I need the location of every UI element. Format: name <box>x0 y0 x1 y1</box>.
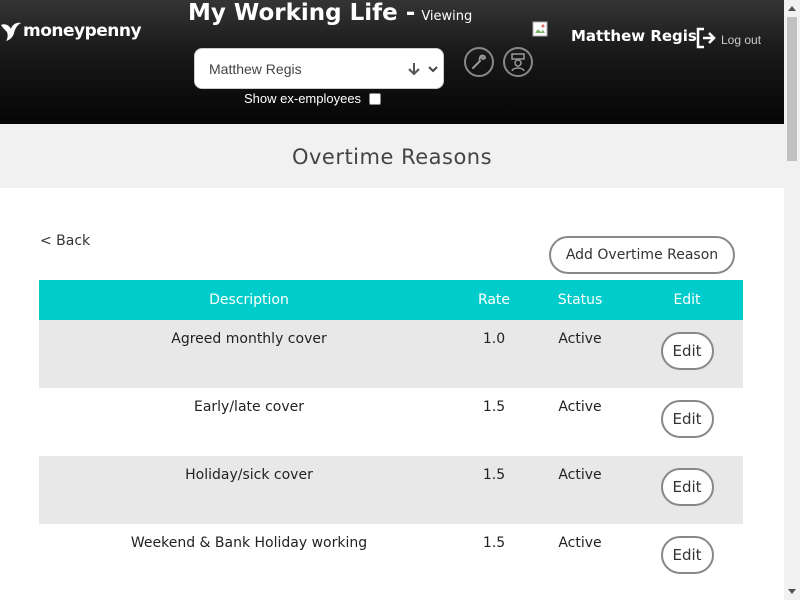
app-title: My Working Life - Viewing <box>188 0 472 26</box>
page-title: Overtime Reasons <box>291 145 493 169</box>
row-description: Holiday/sick cover <box>39 456 459 524</box>
logout-button[interactable]: Log out <box>694 26 761 50</box>
page-title-bar: Overtime Reasons <box>0 124 784 188</box>
table-header-row: Description Rate Status Edit <box>39 280 743 320</box>
row-rate: 1.0 <box>459 320 529 388</box>
table-row: Agreed monthly cover 1.0 Active Edit <box>39 320 743 388</box>
page-scrollbar[interactable] <box>784 0 800 600</box>
scroll-up-arrow-icon <box>788 6 796 11</box>
logout-icon <box>696 27 716 49</box>
header-edit: Edit <box>631 280 743 320</box>
row-status: Active <box>529 320 631 388</box>
row-edit-cell: Edit <box>631 456 743 524</box>
settings-wrench-button[interactable] <box>464 47 494 77</box>
moneypenny-logo[interactable]: moneypenny <box>0 16 142 46</box>
edit-button[interactable]: Edit <box>660 332 714 370</box>
scroll-up-button[interactable] <box>784 0 800 16</box>
row-description: Early/late cover <box>39 388 459 456</box>
scroll-down-arrow-icon <box>788 589 796 594</box>
row-description: Agreed monthly cover <box>39 320 459 388</box>
show-ex-employees-label: Show ex-employees <box>244 91 362 106</box>
overtime-reasons-table: Description Rate Status Edit Agreed mont… <box>39 280 743 592</box>
table-row: Weekend & Bank Holiday working 1.5 Activ… <box>39 524 743 592</box>
edit-button[interactable]: Edit <box>660 400 714 438</box>
org-chart-button[interactable] <box>503 47 533 77</box>
row-status: Active <box>529 456 631 524</box>
scroll-thumb[interactable] <box>787 17 797 161</box>
table-row: Early/late cover 1.5 Active Edit <box>39 388 743 456</box>
arrow-down-icon <box>408 62 420 75</box>
employee-select-value: Matthew Regis <box>209 60 302 77</box>
app-header: moneypenny My Working Life - Viewing Matt… <box>0 0 784 124</box>
show-ex-employees: Show ex-employees <box>244 91 382 106</box>
header-status: Status <box>529 280 631 320</box>
row-status: Active <box>529 388 631 456</box>
header-rate: Rate <box>459 280 529 320</box>
scroll-down-button[interactable] <box>784 584 800 600</box>
chevron-down-icon <box>428 65 438 72</box>
row-edit-cell: Edit <box>631 320 743 388</box>
app-title-text: My Working Life - <box>188 0 416 26</box>
current-user-name[interactable]: Matthew Regis <box>571 27 697 45</box>
user-avatar-image <box>532 21 548 37</box>
add-overtime-reason-button[interactable]: Add Overtime Reason <box>549 236 735 274</box>
wrench-icon <box>472 54 487 69</box>
row-rate: 1.5 <box>459 524 529 592</box>
show-ex-employees-checkbox[interactable] <box>369 92 382 105</box>
row-description: Weekend & Bank Holiday working <box>39 524 459 592</box>
org-chart-icon <box>511 53 525 72</box>
viewing-label: Viewing <box>421 9 473 24</box>
bird-logo-icon <box>1 22 21 41</box>
table-row: Holiday/sick cover 1.5 Active Edit <box>39 456 743 524</box>
header-description: Description <box>39 280 459 320</box>
back-link[interactable]: < Back <box>40 233 90 249</box>
row-rate: 1.5 <box>459 388 529 456</box>
edit-button[interactable]: Edit <box>660 536 714 574</box>
row-status: Active <box>529 524 631 592</box>
edit-button[interactable]: Edit <box>660 468 714 506</box>
logo-text: moneypenny <box>23 21 142 41</box>
main-content: < Back Add Overtime Reason Description R… <box>0 188 784 600</box>
row-edit-cell: Edit <box>631 388 743 456</box>
row-edit-cell: Edit <box>631 524 743 592</box>
row-rate: 1.5 <box>459 456 529 524</box>
employee-select[interactable]: Matthew Regis <box>194 48 444 89</box>
logout-label: Log out <box>721 32 762 47</box>
